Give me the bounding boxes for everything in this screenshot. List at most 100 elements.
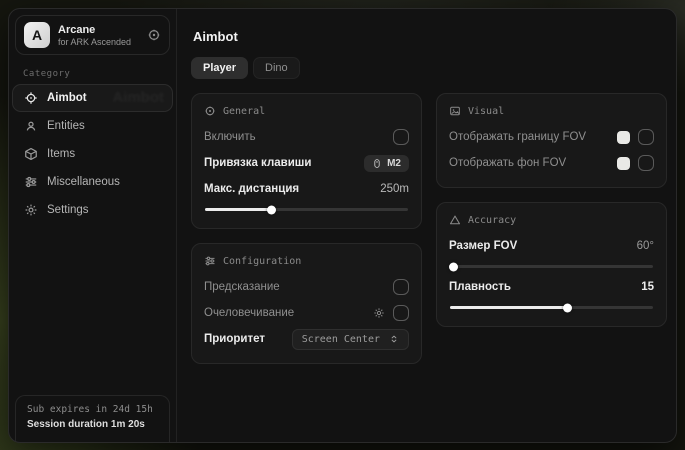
fov-bg-controls [617, 155, 654, 171]
fov-bg-checkbox[interactable] [638, 155, 654, 171]
sidebar-item-items[interactable]: Items [12, 140, 173, 168]
visual-card: Visual Отображать границу FOV Отображать… [436, 93, 667, 188]
sidebar-item-miscellaneous[interactable]: Miscellaneous [12, 168, 173, 196]
sidebar: A Arcane for ARK Ascended Category Aimbo… [9, 9, 177, 442]
settings-columns: General Включить Привязка клавиши M2 [191, 93, 662, 364]
brand-header: A Arcane for ARK Ascended [15, 15, 170, 55]
sliders-icon [24, 175, 38, 189]
mouse-icon [372, 158, 382, 169]
session-duration-text: Session duration 1m 20s [27, 419, 158, 430]
main-content: Aimbot Player Dino General Включить [177, 9, 676, 442]
left-column: General Включить Привязка клавиши M2 [191, 93, 422, 364]
aimbot-ghost-watermark: Aimbot [112, 89, 164, 106]
max-distance-value: 250m [380, 183, 409, 195]
priority-label: Приоритет [204, 333, 265, 345]
section-title: General [223, 106, 265, 117]
triangle-icon [449, 214, 461, 226]
sidebar-nav: Aimbot Aimbot Entities Items Miscellaneo… [9, 84, 176, 224]
enable-row: Включить [204, 126, 409, 148]
smoothness-slider[interactable] [450, 306, 653, 309]
category-label: Category [23, 69, 162, 79]
fov-bg-color-swatch[interactable] [617, 157, 630, 170]
keybind-button[interactable]: M2 [364, 155, 409, 172]
max-distance-slider[interactable] [205, 208, 408, 211]
fov-size-label: Размер FOV [449, 240, 517, 252]
image-icon [449, 105, 461, 117]
fov-bg-row: Отображать фон FOV [449, 152, 654, 174]
priority-row: Приоритет Screen Center [204, 328, 409, 350]
fov-border-checkbox[interactable] [638, 129, 654, 145]
target-tabs: Player Dino [191, 57, 662, 79]
humanize-label: Очеловечивание [204, 307, 294, 319]
general-card: General Включить Привязка клавиши M2 [191, 93, 422, 229]
accuracy-card: Accuracy Размер FOV 60° Плавность 15 [436, 202, 667, 327]
humanize-row: Очеловечивание [204, 302, 409, 324]
slider-fill [205, 208, 272, 211]
fov-border-controls [617, 129, 654, 145]
slider-thumb[interactable] [563, 303, 572, 312]
slider-thumb[interactable] [449, 262, 458, 271]
brand-logo: A [24, 22, 50, 48]
visual-header: Visual [449, 105, 654, 117]
package-icon [24, 147, 38, 161]
keybind-label: Привязка клавиши [204, 157, 311, 169]
tab-player[interactable]: Player [191, 57, 248, 79]
slider-thumb[interactable] [267, 205, 276, 214]
humanize-checkbox[interactable] [393, 305, 409, 321]
sidebar-item-label: Items [47, 148, 75, 160]
prediction-checkbox[interactable] [393, 279, 409, 295]
fov-size-slider[interactable] [450, 265, 653, 268]
sub-expires-text: Sub expires in 24d 15h [27, 404, 158, 415]
max-distance-row: Макс. дистанция 250m [204, 178, 409, 200]
max-distance-label: Макс. дистанция [204, 183, 299, 195]
target-icon [204, 105, 216, 117]
slider-fill [450, 306, 568, 309]
smoothness-value: 15 [641, 281, 654, 293]
session-info-box: Sub expires in 24d 15h Session duration … [15, 395, 170, 442]
gear-icon [24, 203, 38, 217]
fov-size-value: 60° [637, 240, 654, 252]
target-icon[interactable] [147, 28, 161, 42]
smoothness-label: Плавность [449, 281, 511, 293]
crosshair-icon [24, 91, 38, 105]
page-title: Aimbot [193, 29, 662, 44]
right-column: Visual Отображать границу FOV Отображать… [436, 93, 667, 327]
fov-border-row: Отображать границу FOV [449, 126, 654, 148]
sidebar-item-label: Miscellaneous [47, 176, 120, 188]
priority-value: Screen Center [302, 334, 380, 345]
cheat-menu-window: A Arcane for ARK Ascended Category Aimbo… [8, 8, 677, 443]
fov-size-row: Размер FOV 60° [449, 235, 654, 257]
sidebar-item-settings[interactable]: Settings [12, 196, 173, 224]
section-title: Accuracy [468, 215, 516, 226]
sliders-icon [204, 255, 216, 267]
humanize-controls [373, 305, 409, 321]
tab-dino[interactable]: Dino [253, 57, 300, 79]
fov-border-label: Отображать границу FOV [449, 131, 586, 143]
keybind-row: Привязка клавиши M2 [204, 152, 409, 174]
sidebar-item-entities[interactable]: Entities [12, 112, 173, 140]
smoothness-row: Плавность 15 [449, 276, 654, 298]
brand-name: Arcane [58, 24, 131, 36]
slider-fill [450, 265, 454, 268]
brand-text: Arcane for ARK Ascended [58, 24, 131, 47]
prediction-row: Предсказание [204, 276, 409, 298]
sidebar-item-aimbot[interactable]: Aimbot Aimbot [12, 84, 173, 112]
fov-border-color-swatch[interactable] [617, 131, 630, 144]
entities-icon [24, 119, 38, 133]
general-header: General [204, 105, 409, 117]
priority-dropdown[interactable]: Screen Center [292, 329, 409, 350]
enable-checkbox[interactable] [393, 129, 409, 145]
configuration-header: Configuration [204, 255, 409, 267]
prediction-label: Предсказание [204, 281, 280, 293]
gear-icon[interactable] [373, 307, 385, 319]
keybind-value: M2 [387, 158, 401, 169]
sidebar-item-label: Settings [47, 204, 89, 216]
sidebar-item-label: Aimbot [47, 92, 87, 104]
configuration-card: Configuration Предсказание Очеловечивани… [191, 243, 422, 364]
accuracy-header: Accuracy [449, 214, 654, 226]
sidebar-item-label: Entities [47, 120, 85, 132]
fov-bg-label: Отображать фон FOV [449, 157, 566, 169]
select-chevrons-icon [389, 334, 399, 344]
brand-subtitle: for ARK Ascended [58, 37, 131, 47]
section-title: Configuration [223, 256, 301, 267]
